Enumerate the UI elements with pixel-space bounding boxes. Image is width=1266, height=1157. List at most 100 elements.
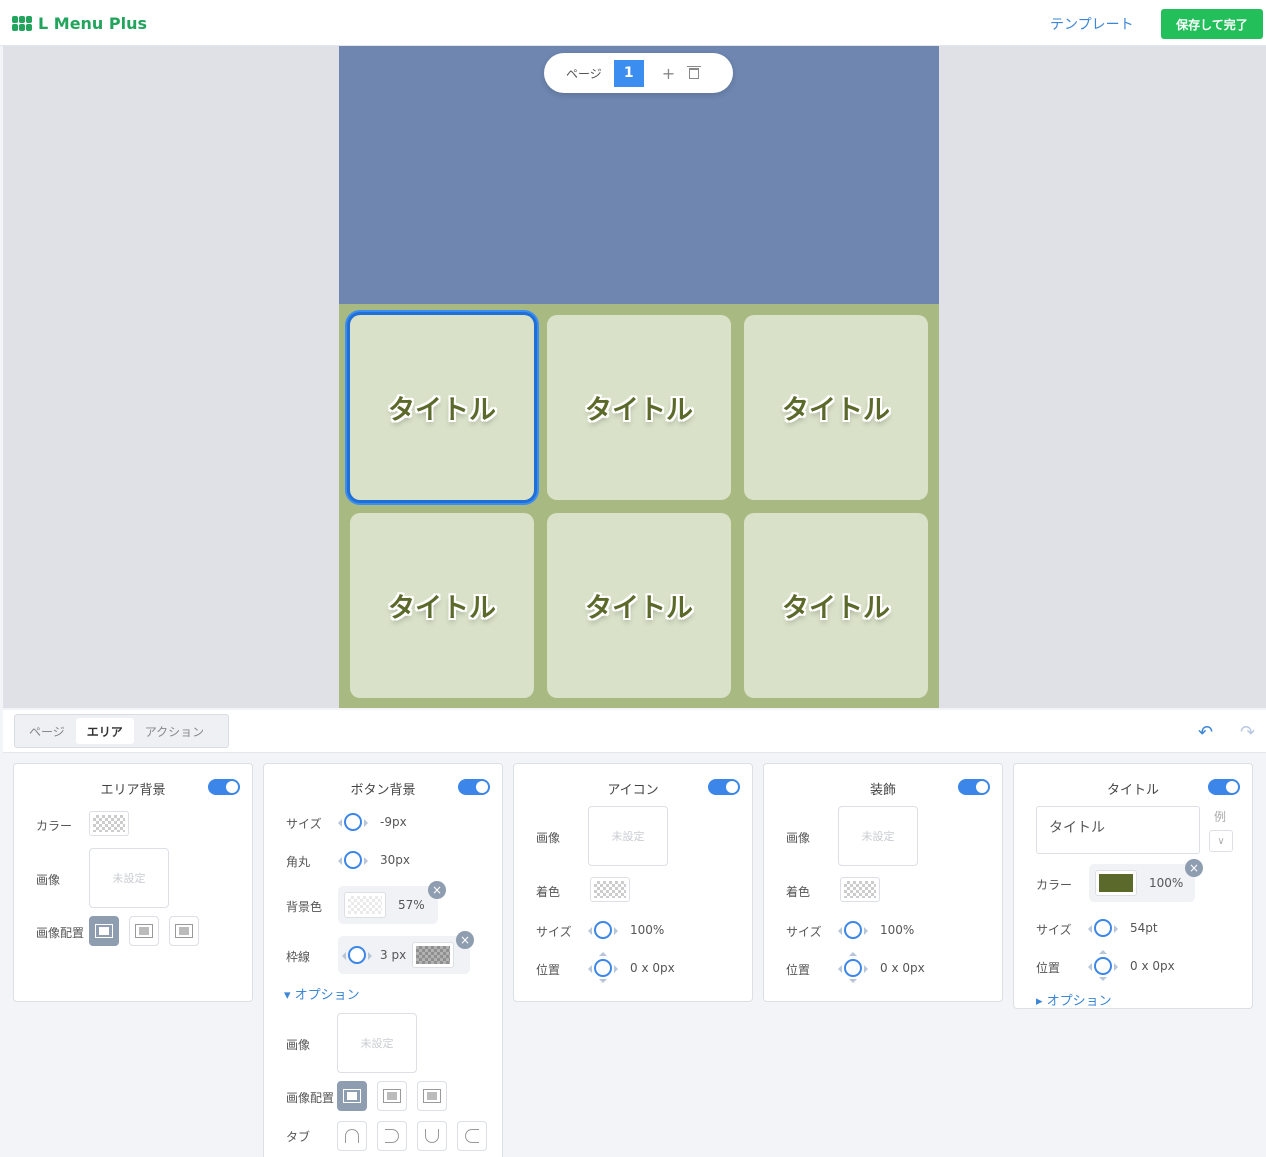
page-label: ページ [566,66,602,81]
tint-swatch[interactable] [590,877,630,902]
tab-action[interactable]: アクション [134,718,215,744]
radius-value: 30px [380,853,410,867]
chevron-down-icon: ∨ [1217,835,1225,847]
redo-icon[interactable]: ↷ [1240,722,1255,743]
position-value: 0 x 0px [880,961,925,975]
tab-label: タブ [286,1130,311,1144]
position-label: 位置 [1036,961,1061,975]
border-knob[interactable] [342,945,372,965]
clear-title-color-icon[interactable]: × [1185,859,1203,877]
size-knob[interactable] [838,920,868,940]
logo-grid-icon [12,16,32,31]
tab-left-icon [465,1129,479,1143]
placement-center-button[interactable] [129,916,159,946]
border-group: 3 px [338,936,470,974]
size-knob[interactable] [338,812,368,832]
add-page-icon[interactable]: + [662,64,675,83]
options-toggle-link[interactable]: ▸ オプション [1036,990,1112,1009]
card-icon: アイコン 画像 未設定 着色 サイズ 100% 位置 0 x 0px [513,763,753,1002]
icon-toggle[interactable] [708,779,740,795]
title-text-input[interactable]: タイトル [1036,806,1200,854]
tab-bar: ページ エリア アクション ↶ ↷ [3,710,1266,753]
tab-top-button[interactable] [337,1121,367,1151]
size-label: サイズ [1036,923,1072,937]
placement-stretch-icon [423,1089,441,1103]
example-dropdown[interactable]: ∨ [1209,830,1233,852]
menu-tile-6[interactable]: タイトル [744,513,928,698]
size-knob[interactable] [588,920,618,940]
tab-left-button[interactable] [457,1121,487,1151]
placement-fill-button[interactable] [89,916,119,946]
undo-icon[interactable]: ↶ [1198,722,1213,743]
size-label: サイズ [786,925,822,939]
border-value: 3 px [380,948,407,962]
area-bg-toggle[interactable] [208,779,240,795]
example-label: 例 [1214,810,1227,824]
tint-label: 着色 [536,885,561,899]
tab-right-button[interactable] [377,1121,407,1151]
title-toggle[interactable] [1208,779,1240,795]
size-knob[interactable] [1088,918,1118,938]
tab-top-icon [345,1129,359,1143]
image-picker[interactable]: 未設定 [588,806,668,866]
menu-tile-2[interactable]: タイトル [547,315,731,500]
template-link[interactable]: テンプレート [1050,14,1134,34]
color-label: カラー [1036,878,1073,892]
tab-page[interactable]: ページ [18,718,76,744]
placement-center-icon [135,924,153,938]
page-number-1[interactable]: 1 [613,59,644,87]
placement-label: 画像配置 [36,926,85,940]
tab-area[interactable]: エリア [75,718,134,744]
card-decoration: 装飾 画像 未設定 着色 サイズ 100% 位置 0 x 0px [763,763,1003,1002]
size-value: 100% [880,923,915,937]
tint-label: 着色 [786,885,811,899]
placement-stretch-button[interactable] [417,1081,447,1111]
card-title-settings: タイトル タイトル 例 ∨ カラー 100% × サイズ 54pt 位置 0 x… [1013,763,1253,1009]
tab-bottom-button[interactable] [417,1121,447,1151]
save-and-finish-button[interactable]: 保存して完了 [1161,9,1263,39]
tab-bottom-icon [425,1129,439,1143]
tint-swatch[interactable] [840,877,880,902]
size-label: サイズ [536,925,572,939]
tab-group: ページ エリア アクション [14,714,229,748]
placement-center-button[interactable] [377,1081,407,1111]
menu-tile-3[interactable]: タイトル [744,315,928,500]
position-knob[interactable] [1088,950,1118,981]
decoration-toggle[interactable] [958,779,990,795]
bgcolor-swatch[interactable] [344,892,386,918]
position-label: 位置 [536,963,561,977]
options-toggle-link[interactable]: ▾ オプション [284,984,360,1003]
placement-stretch-button[interactable] [169,916,199,946]
placement-label: 画像配置 [286,1091,335,1105]
title-color-swatch[interactable] [1095,870,1137,896]
page-switcher: ページ 1 + [544,53,733,93]
position-knob[interactable] [838,952,868,983]
size-value: 100% [630,923,665,937]
bgcolor-label: 背景色 [286,900,323,914]
top-bar: L Menu Plus テンプレート 保存して完了 [0,0,1266,46]
button-bg-toggle[interactable] [458,779,490,795]
menu-tile-4[interactable]: タイトル [350,513,534,698]
border-color-swatch[interactable] [412,942,454,968]
tab-right-icon [385,1129,399,1143]
position-knob[interactable] [588,952,618,983]
size-label: サイズ [286,817,322,831]
clear-border-icon[interactable]: × [456,931,474,949]
border-label: 枠線 [286,950,311,964]
card-area-background: エリア背景 カラー 画像 未設定 画像配置 [13,763,253,1002]
menu-tile-5[interactable]: タイトル [547,513,731,698]
image-label: 画像 [36,873,61,887]
title-color-group: 100% [1089,864,1195,902]
image-picker[interactable]: 未設定 [337,1013,417,1073]
radius-knob[interactable] [338,850,368,870]
image-label: 画像 [536,831,561,845]
image-picker[interactable]: 未設定 [89,848,169,908]
image-picker[interactable]: 未設定 [838,806,918,866]
placement-fill-button[interactable] [337,1081,367,1111]
placement-fill-icon [95,924,113,938]
menu-tile-1[interactable]: タイトル [350,315,534,500]
placement-fill-icon [343,1089,361,1103]
clear-bgcolor-icon[interactable]: × [428,881,446,899]
color-swatch[interactable] [89,811,129,836]
trash-icon[interactable] [687,65,702,79]
